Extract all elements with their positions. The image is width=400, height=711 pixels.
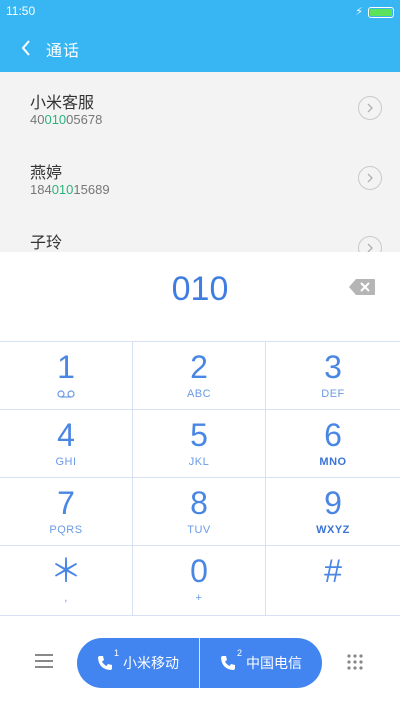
key-2[interactable]: 2 ABC [133,342,266,410]
key-star[interactable]: ＊ , [0,546,133,616]
status-bar: 11:50 ⚡ [0,0,400,24]
phone-sim-icon: 1 [97,648,119,671]
dialpad-panel: 010 1 2 ABC 3 DEF 4 GHI 5 JKL 6 MNO 7 PQ… [0,252,400,711]
detail-arrow-icon[interactable] [358,96,382,120]
call-sim2-label: 中国电信 [246,656,302,672]
key-1[interactable]: 1 [0,342,133,410]
key-5[interactable]: 5 JKL [133,410,266,478]
number-entry: 010 [0,252,400,342]
call-sim1-label: 小米移动 [123,656,179,672]
key-hash[interactable]: # [266,546,400,616]
list-item[interactable]: 燕婷 18401015689 [0,142,400,212]
phone-sim-icon: 2 [220,648,242,671]
key-8[interactable]: 8 TUV [133,478,266,546]
charging-icon: ⚡ [355,5,363,18]
page-title: 通话 [46,41,81,60]
call-sim1-button[interactable]: 1 小米移动 [77,638,199,688]
key-4[interactable]: 4 GHI [0,410,133,478]
key-6[interactable]: 6 MNO [266,410,400,478]
contact-name: 燕婷 [30,163,63,182]
status-time: 11:50 [6,4,36,18]
battery-icon [368,6,394,18]
dialpad-grid-icon[interactable] [346,653,364,671]
contact-name: 小米客服 [30,93,95,112]
call-buttons: 1 小米移动 2 中国电信 [77,638,322,688]
call-sim2-button[interactable]: 2 中国电信 [200,638,322,688]
contact-number: 4001005678 [30,112,103,127]
key-7[interactable]: 7 PQRS [0,478,133,546]
key-9[interactable]: 9 WXYZ [266,478,400,546]
back-icon[interactable] [14,34,38,62]
dialed-number: 010 [171,270,229,308]
contact-name: 子玲 [30,233,63,252]
voicemail-icon [0,389,132,401]
list-item[interactable]: 小米客服 4001005678 [0,72,400,142]
list-item[interactable]: 子玲 [0,212,400,252]
divider [199,638,200,688]
keypad: 1 2 ABC 3 DEF 4 GHI 5 JKL 6 MNO 7 PQRS 8… [0,342,400,616]
status-icons: ⚡ [355,6,394,18]
backspace-icon[interactable] [348,278,376,296]
menu-icon[interactable] [34,653,54,669]
key-3[interactable]: 3 DEF [266,342,400,410]
call-action-bar: 1 小米移动 2 中国电信 [0,616,400,711]
key-0[interactable]: 0 + [133,546,266,616]
search-results-list: 小米客服 4001005678 燕婷 18401015689 子玲 [0,72,400,252]
detail-arrow-icon[interactable] [358,236,382,252]
app-header: 通话 [0,24,400,72]
detail-arrow-icon[interactable] [358,166,382,190]
contact-number: 18401015689 [30,182,110,197]
